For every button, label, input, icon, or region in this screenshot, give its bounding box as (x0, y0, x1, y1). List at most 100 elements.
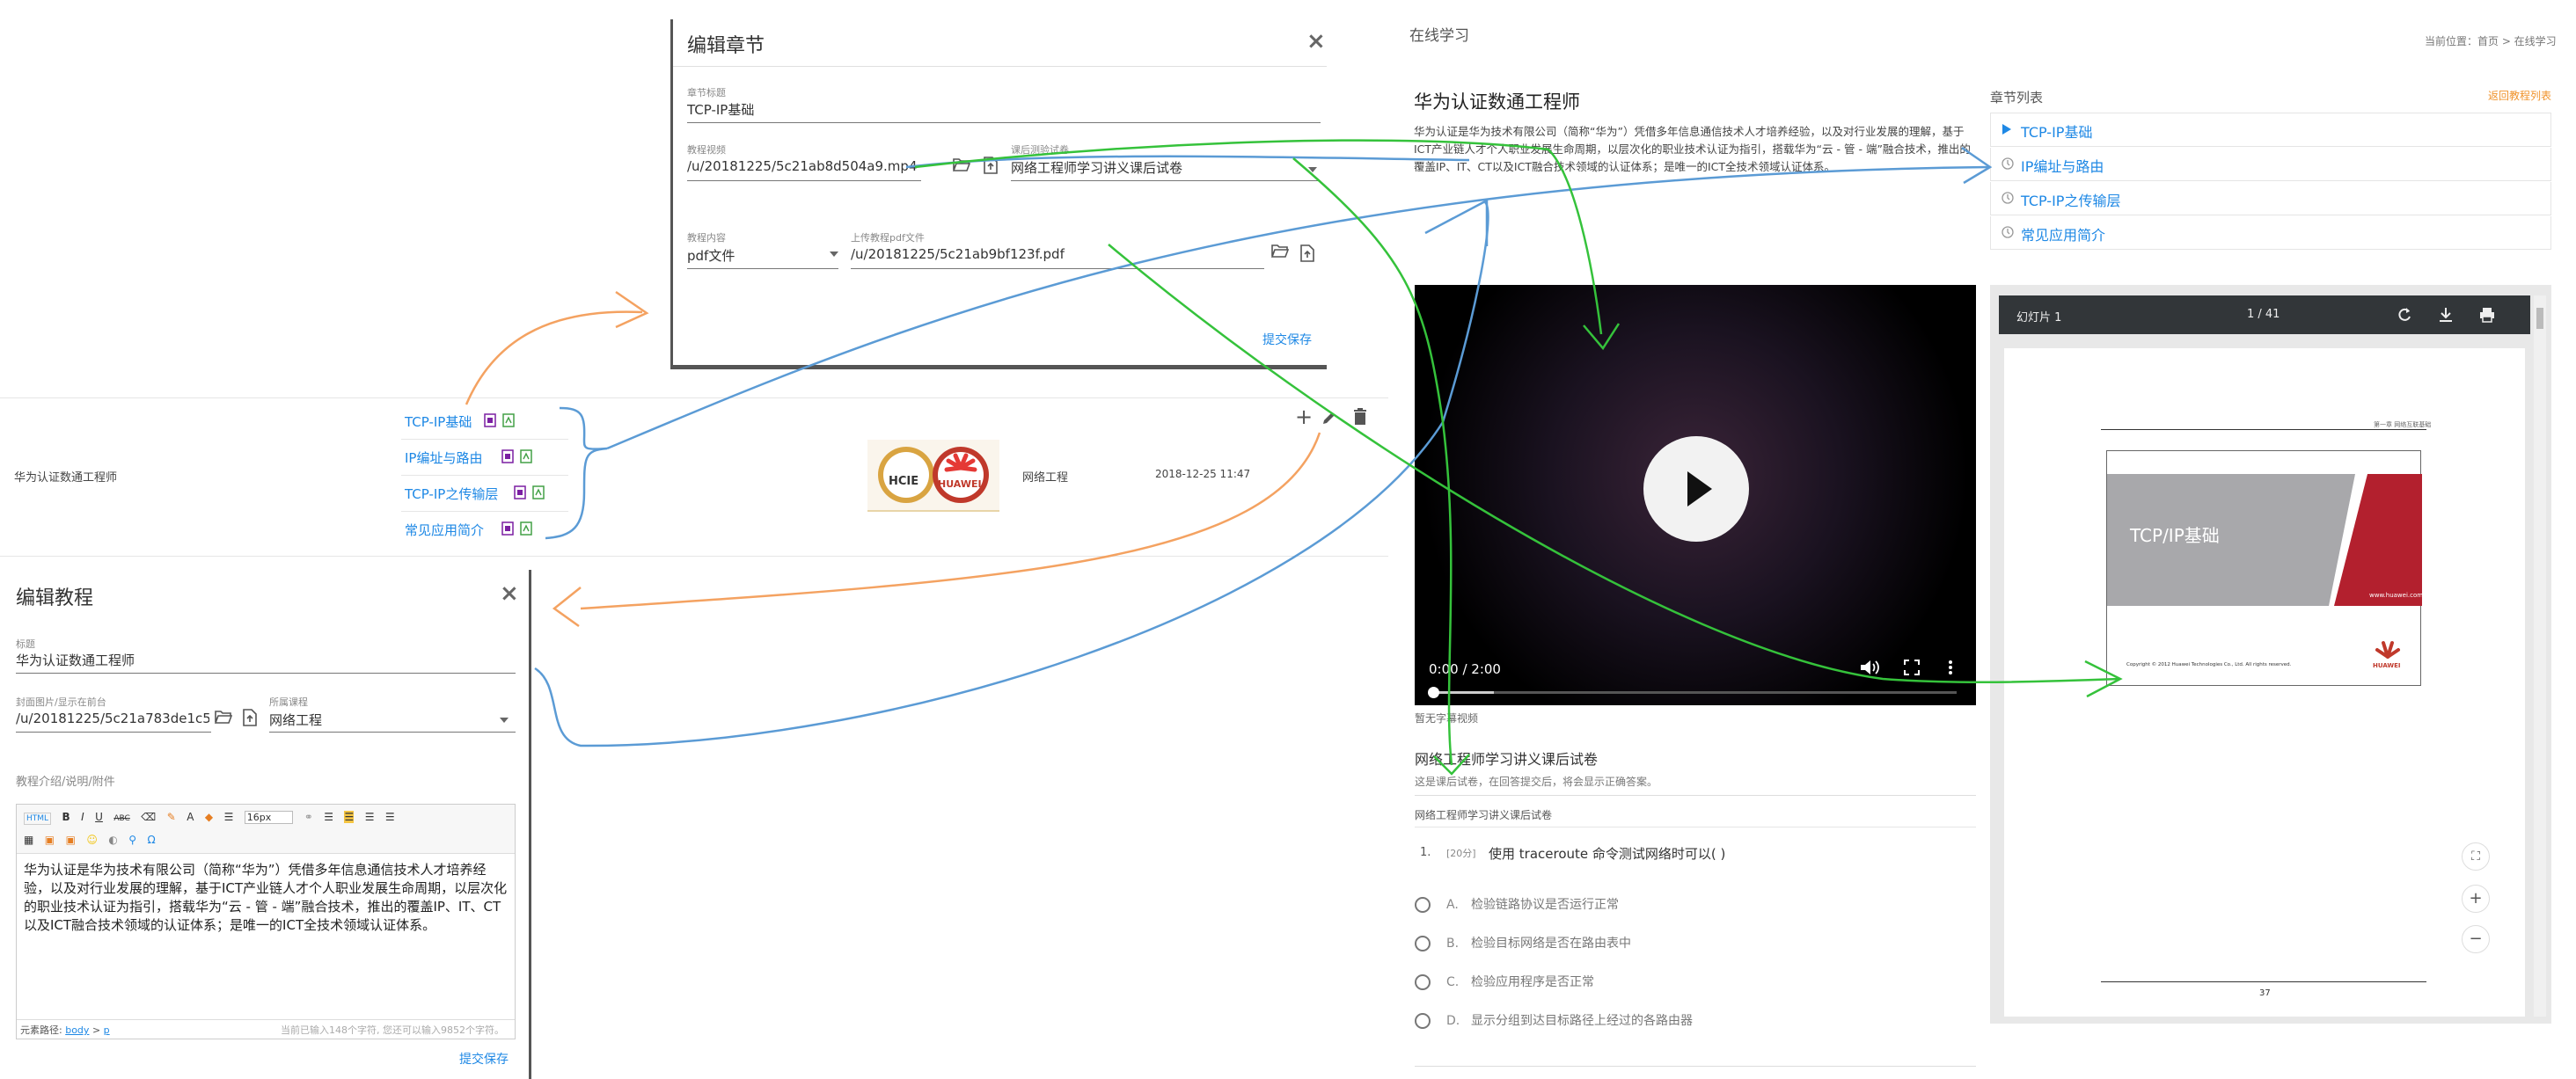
chapter-item-common-apps[interactable]: 常见应用简介 (1990, 216, 2551, 250)
link-icon[interactable]: ⚭ (304, 811, 313, 823)
rich-text-editor[interactable]: HTML B I U ABC ⌫ ✎ A ◆ ☰ 16px ⚭ ☰ ☰ ☰ ☰ … (16, 804, 516, 1039)
lesson-link[interactable]: TCP-IP之传输层 (405, 485, 498, 503)
radio-button[interactable] (1415, 897, 1431, 913)
special-char-button[interactable]: Ω (148, 834, 156, 846)
quiz-subtitle: 网络工程师学习讲义课后试卷 (1415, 809, 1553, 821)
back-to-list-link[interactable]: 返回教程列表 (2488, 88, 2551, 103)
option-text: 显示分组到达目标路径上经过的各路由器 (1471, 1014, 1693, 1028)
editor-content[interactable]: 华为认证是华为技术有限公司（简称“华为”）凭借多年信息通信技术人才培养经验，以及… (17, 854, 515, 986)
line-height-icon[interactable]: ☰ (224, 811, 234, 823)
quiz-select[interactable]: 网络工程师学习讲义课后试卷 (1011, 158, 1310, 177)
add-icon[interactable]: + (1295, 405, 1313, 429)
video-file-icon[interactable] (501, 521, 514, 536)
lesson-link[interactable]: 常见应用简介 (405, 521, 484, 539)
submit-save-button[interactable]: 提交保存 (1262, 331, 1312, 348)
zoom-out-button[interactable]: − (2462, 925, 2490, 953)
fit-page-icon: ⛶ (2471, 849, 2480, 864)
question-text: 使用 traceroute 命令测试网络时可以( ) (1489, 846, 1726, 862)
submit-save-button[interactable]: 提交保存 (459, 1050, 509, 1068)
upload-file-icon[interactable] (1299, 244, 1315, 262)
close-icon[interactable]: × (500, 580, 519, 607)
pdf-scrollbar[interactable] (2534, 295, 2546, 1017)
video-file-icon[interactable] (484, 413, 496, 427)
slide-thumbnail: TCP/IP基础 www.huawei.com Copyright © 2012… (2106, 450, 2423, 686)
chevron-down-icon[interactable] (500, 718, 509, 723)
strikethrough-button[interactable]: ABC (113, 814, 129, 823)
video-file-icon[interactable] (501, 449, 514, 463)
content-select[interactable]: pdf文件 (687, 246, 819, 265)
play-button[interactable] (1643, 436, 1749, 542)
flash-icon[interactable]: ◐ (108, 834, 117, 846)
image-icon[interactable]: ▣ (45, 834, 55, 846)
option-letter: C. (1446, 975, 1460, 989)
answer-option-d[interactable]: D. 显示分组到达目标路径上经过的各路由器 (1415, 1011, 1693, 1029)
chevron-down-icon[interactable] (1308, 167, 1317, 172)
align-justify-icon[interactable]: ☰ (385, 811, 395, 823)
category-select[interactable]: 网络工程 (269, 711, 480, 729)
pdf-file-icon[interactable] (502, 413, 515, 427)
brush-icon[interactable]: ✎ (167, 811, 176, 823)
video-file-icon[interactable] (514, 485, 526, 499)
pdf-file-icon[interactable] (532, 485, 545, 499)
pdf-file-icon[interactable] (520, 521, 532, 536)
chapter-item-ip-routing[interactable]: IP编址与路由 (1990, 148, 2551, 181)
answer-option-a[interactable]: A. 检验链路协议是否运行正常 (1415, 895, 1619, 913)
answer-option-b[interactable]: B. 检验目标网络是否在路由表中 (1415, 934, 1631, 951)
radio-button[interactable] (1415, 1013, 1431, 1029)
attachment-icon[interactable]: ⚲ (128, 834, 136, 846)
font-color-button[interactable]: A (187, 811, 194, 823)
align-center-icon[interactable]: ☰ (344, 811, 355, 823)
folder-open-icon[interactable] (953, 157, 970, 171)
chapter-label: IP编址与路由 (2021, 158, 2104, 175)
folder-open-icon[interactable] (1271, 244, 1289, 258)
radio-button[interactable] (1415, 936, 1431, 951)
video-progress-track[interactable] (1428, 687, 1957, 698)
trash-icon[interactable] (1353, 408, 1367, 426)
table-icon[interactable]: ▦ (24, 834, 33, 846)
video-input[interactable]: /u/20181225/5c21ab8d504a9.mp4 (687, 158, 921, 174)
answer-option-c[interactable]: C. 检验应用程序是否正常 (1415, 973, 1594, 990)
html-source-button[interactable]: HTML (24, 813, 52, 825)
more-vertical-icon[interactable] (1948, 660, 1953, 675)
cover-input[interactable]: /u/20181225/5c21a783de1c5.j (16, 711, 209, 726)
pdf-viewer[interactable]: 幻灯片 1 1 / 41 第一章 网络互联基础 TCP/IP基础 www.hua… (1990, 285, 2551, 1024)
element-path-body[interactable]: body (65, 1024, 89, 1036)
radio-button[interactable] (1415, 974, 1431, 990)
chapter-item-tcp-ip-basics[interactable]: TCP-IP基础 (1990, 113, 2551, 147)
eraser-icon[interactable]: ⌫ (141, 811, 156, 823)
align-left-icon[interactable]: ☰ (324, 811, 333, 823)
highlight-icon[interactable]: ◆ (205, 811, 213, 823)
emoji-icon[interactable]: ☺ (86, 834, 98, 846)
quiz-title: 网络工程师学习讲义课后试卷 (1415, 751, 1599, 768)
edit-pencil-icon[interactable] (1321, 410, 1337, 426)
gallery-icon[interactable]: ▣ (66, 834, 76, 846)
chapter-label: TCP-IP之传输层 (2021, 193, 2121, 209)
download-icon[interactable] (2439, 307, 2453, 323)
align-right-icon[interactable]: ☰ (365, 811, 375, 823)
folder-open-icon[interactable] (215, 710, 232, 724)
underline-button[interactable]: U (95, 811, 103, 823)
element-path-p[interactable]: p (104, 1024, 110, 1036)
chevron-down-icon[interactable] (830, 252, 838, 257)
font-size-select[interactable]: 16px (244, 811, 294, 824)
lesson-link[interactable]: TCP-IP基础 (405, 412, 472, 431)
chapter-title-input[interactable]: TCP-IP基础 (687, 100, 1321, 119)
video-player[interactable]: 0:00 / 2:00 (1415, 285, 1976, 705)
bold-button[interactable]: B (62, 811, 70, 823)
rotate-icon[interactable] (2397, 307, 2412, 323)
title-input[interactable]: 华为认证数通工程师 (16, 651, 509, 669)
zoom-in-button[interactable]: + (2462, 885, 2490, 913)
upload-file-icon[interactable] (983, 157, 999, 174)
progress-handle[interactable] (1428, 687, 1439, 698)
close-icon[interactable]: × (1306, 28, 1326, 55)
volume-icon[interactable] (1860, 660, 1879, 675)
lesson-link[interactable]: IP编址与路由 (405, 448, 482, 467)
pdf-file-icon[interactable] (520, 449, 532, 463)
chapter-item-transport-layer[interactable]: TCP-IP之传输层 (1990, 182, 2551, 215)
fit-page-button[interactable]: ⛶ (2462, 842, 2490, 871)
print-icon[interactable] (2479, 307, 2495, 323)
fullscreen-icon[interactable] (1904, 660, 1920, 675)
pdf-input[interactable]: /u/20181225/5c21ab9bf123f.pdf (851, 246, 1220, 262)
upload-file-icon[interactable] (242, 709, 258, 726)
italic-button[interactable]: I (81, 811, 84, 823)
